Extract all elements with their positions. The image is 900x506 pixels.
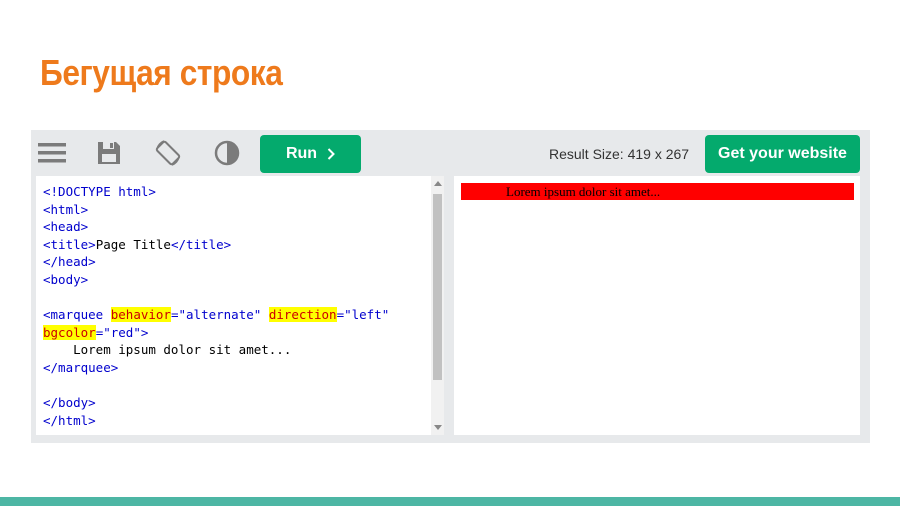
code-title-close: </title> [170, 236, 232, 252]
marquee-bar: Lorem ipsum dolor sit amet... [461, 183, 854, 200]
code-attr-bgcolor: bgcolor [43, 324, 96, 340]
run-button-label: Run [285, 145, 318, 162]
result-size-label: Result Size: 419 x 267 [549, 146, 690, 162]
editor-frame: Run Result Size: 419 x 267 Get your webs… [31, 130, 870, 443]
scroll-up-icon[interactable] [434, 181, 442, 186]
code-attr-behavior: behavior [110, 307, 171, 323]
get-website-button[interactable]: Get your website [705, 135, 860, 173]
code-html-open: <html> [43, 201, 89, 217]
menu-icon[interactable] [37, 138, 67, 168]
code-doctype: <!DOCTYPE html> [43, 184, 156, 199]
marquee-text: Lorem ipsum dolor sit amet... [506, 184, 661, 199]
code-scrollbar[interactable] [431, 176, 444, 435]
code-eq-2: = [336, 307, 345, 323]
code-title-text: Page Title [95, 236, 171, 252]
toolbar: Run Result Size: 419 x 267 Get your webs… [31, 130, 870, 176]
rotate-icon[interactable] [153, 138, 183, 168]
contrast-icon[interactable] [212, 138, 242, 168]
code-html-close: </html> [43, 412, 96, 428]
code-val-red: "red" [103, 324, 141, 340]
code-val-left: "left" [344, 307, 390, 323]
code-body-close: </body> [43, 395, 96, 411]
code-attr-direction: direction [268, 307, 337, 323]
code-marquee-content: Lorem ipsum dolor sit amet... [43, 342, 292, 358]
code-eq-1: = [170, 307, 179, 323]
run-button[interactable]: Run [260, 135, 361, 173]
result-panel: Lorem ipsum dolor sit amet... [454, 176, 860, 435]
scroll-thumb[interactable] [433, 194, 442, 380]
code-head-open: <head> [43, 219, 89, 235]
code-marquee-close: </marquee> [43, 359, 119, 375]
code-editor[interactable]: <!DOCTYPE html> <html> <head> <title>Pag… [36, 176, 444, 435]
scroll-down-icon[interactable] [434, 425, 442, 430]
code-title-open: <title> [43, 236, 96, 252]
code-body-open: <body> [43, 271, 89, 287]
code-head-close: </head> [43, 254, 96, 270]
code-text[interactable]: <!DOCTYPE html> <html> <head> <title>Pag… [43, 183, 389, 429]
code-marquee-open: <marquee [43, 307, 104, 323]
slide-title: Бегущая строка [40, 52, 283, 93]
bottom-strip [0, 497, 900, 506]
code-val-alternate: "alternate" [178, 307, 262, 323]
code-marquee-gt: > [140, 324, 149, 340]
chevron-right-icon [327, 148, 335, 160]
save-icon[interactable] [94, 138, 124, 168]
